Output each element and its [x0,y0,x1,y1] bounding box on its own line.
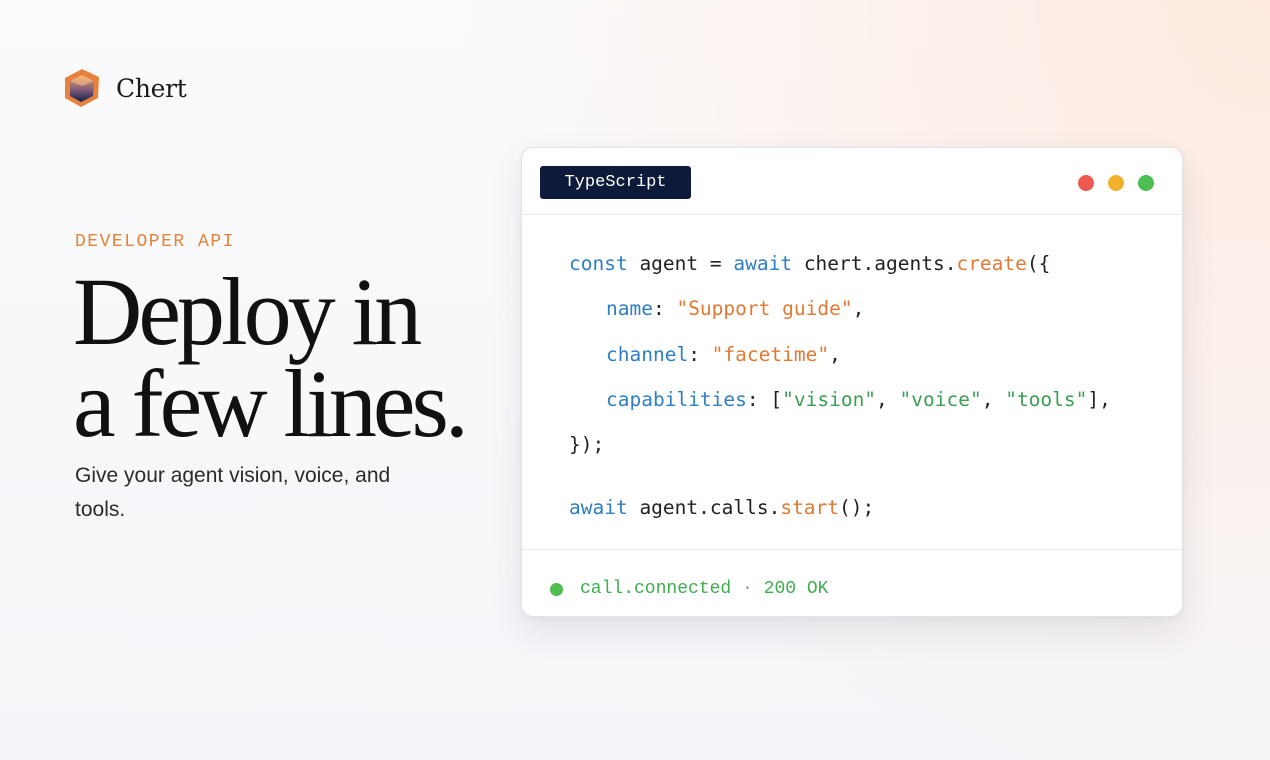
code-token-function: create [956,252,1027,275]
brand-name: Chert [116,73,187,103]
maximize-dot-icon [1138,175,1154,191]
code-token-property: capabilities [606,388,747,411]
hero-title-line-2: a few lines. [73,350,469,457]
code-card-header: TypeScript [522,148,1182,215]
code-sample-card: TypeScript const agent = await chert.age… [521,147,1183,617]
status-bar: call.connected · 200 OK [522,549,1182,616]
code-token: (); [839,496,875,519]
code-line: channel: "facetime", [569,341,841,369]
code-token-function: start [780,496,840,519]
code-token: chert.agents. [792,252,957,275]
code-token: : [ [746,388,783,411]
code-line: capabilities: ["vision", "voice", "tools… [569,386,1111,414]
code-token: , [876,388,900,411]
status-separator: · [731,579,764,599]
code-token-keyword: const [569,252,628,275]
code-token: : [652,297,677,320]
language-tab-typescript[interactable]: TypeScript [540,166,691,199]
status-dot-icon [550,583,563,596]
status-text: call.connected · 200 OK [580,575,828,603]
code-token: ], [1087,388,1111,411]
hero-subtitle: Give your agent vision, voice, and tools… [75,464,391,521]
code-line: name: "Support guide", [569,295,864,323]
code-token-string: "tools" [1005,388,1088,411]
status-code: 200 OK [763,579,829,599]
code-token: ({ [1026,252,1051,275]
code-line: }); [569,431,604,459]
code-token-keyword: await [569,496,628,519]
close-dot-icon [1078,175,1094,191]
code-token-string: "facetime" [711,343,830,366]
code-token-string: "vision" [782,388,877,411]
hero-title-line-1: Deploy in [73,258,422,365]
brand[interactable]: Chert [62,67,187,109]
code-token: agent.calls. [627,496,781,519]
code-line: const agent = await chert.agents.create(… [569,250,1050,278]
code-token-string: "voice" [899,388,982,411]
code-token: agent = [627,252,734,275]
code-token-property: channel [606,343,689,366]
code-token: , [829,343,841,366]
eyebrow-label: DEVELOPER API [75,232,235,252]
code-line: await agent.calls.start(); [569,494,874,522]
code-token: , [852,297,865,320]
code-token: }); [569,433,605,456]
code-token: : [688,343,712,366]
hero-title: Deploy in a few lines. [73,258,469,457]
code-token-property: name [606,297,653,320]
minimize-dot-icon [1108,175,1124,191]
code-token-keyword: await [733,252,793,275]
hexagon-gem-logo-icon [65,69,99,107]
code-token-string: "Support guide" [676,297,853,320]
window-controls [1078,175,1154,191]
status-event: call.connected [580,579,732,599]
code-token: , [981,388,1006,411]
